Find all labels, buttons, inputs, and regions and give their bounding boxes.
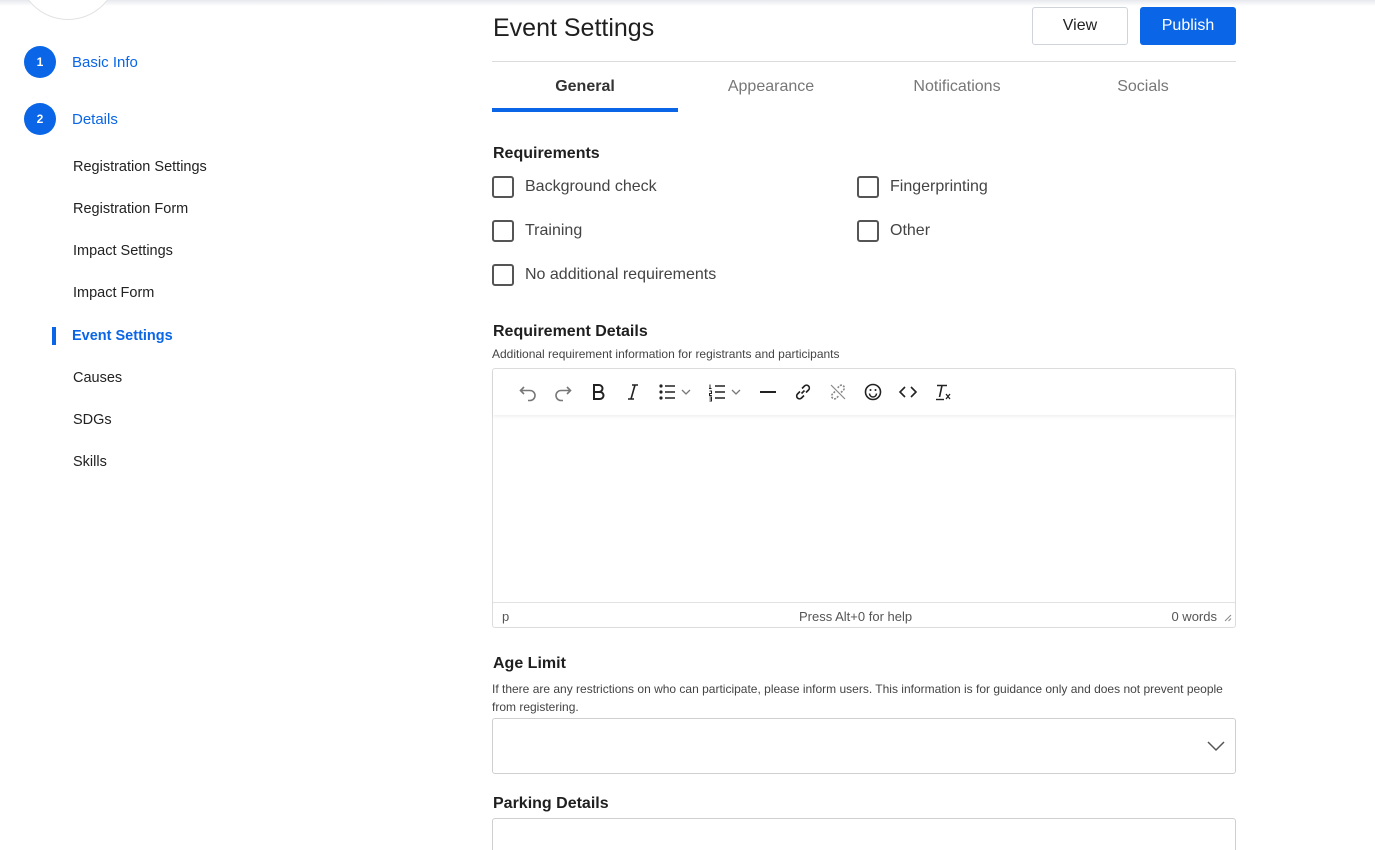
sidebar-item-registration-settings[interactable]: Registration Settings bbox=[73, 159, 207, 175]
age-limit-select[interactable] bbox=[492, 718, 1236, 774]
numbered-list-icon[interactable] bbox=[700, 377, 750, 407]
checkbox-other[interactable]: Other bbox=[857, 220, 930, 242]
sidebar-item-registration-form[interactable]: Registration Form bbox=[73, 201, 188, 217]
event-logo[interactable] bbox=[18, 0, 118, 20]
requirements-label: Requirements bbox=[493, 145, 600, 162]
age-limit-label: Age Limit bbox=[493, 655, 566, 672]
sidebar: 1 Basic Info 2 Details Registration Sett… bbox=[0, 0, 300, 850]
checkbox-no-additional-requirements[interactable]: No additional requirements bbox=[492, 264, 716, 286]
sidebar-item-impact-settings[interactable]: Impact Settings bbox=[73, 243, 173, 259]
active-indicator bbox=[52, 327, 56, 345]
sidebar-item-causes[interactable]: Causes bbox=[73, 370, 122, 386]
checkbox-label: Training bbox=[525, 222, 583, 239]
checkbox-label: Other bbox=[890, 222, 931, 239]
step-number: 2 bbox=[24, 103, 56, 135]
checkbox-box[interactable] bbox=[492, 176, 514, 198]
code-icon[interactable] bbox=[890, 377, 925, 407]
checkbox-training[interactable]: Training bbox=[492, 220, 582, 242]
checkbox-box[interactable] bbox=[857, 176, 879, 198]
requirement-details-label: Requirement Details bbox=[493, 323, 648, 340]
sidebar-item-event-settings[interactable]: Event Settings bbox=[72, 328, 173, 344]
step-number: 1 bbox=[24, 46, 56, 78]
age-limit-helper: If there are any restrictions on who can… bbox=[492, 682, 1223, 714]
word-count[interactable]: 0 words bbox=[1171, 609, 1217, 624]
checkbox-label: No additional requirements bbox=[525, 266, 717, 283]
editor-content-area[interactable] bbox=[493, 415, 1235, 602]
parking-details-input[interactable] bbox=[492, 818, 1236, 850]
view-button[interactable]: View bbox=[1032, 7, 1128, 45]
editor-toolbar bbox=[493, 369, 1235, 415]
redo-icon[interactable] bbox=[545, 377, 580, 407]
sidebar-item-impact-form[interactable]: Impact Form bbox=[73, 285, 154, 301]
element-path[interactable]: p bbox=[502, 609, 509, 624]
editor-statusbar: p Press Alt+0 for help 0 words bbox=[493, 602, 1235, 627]
link-icon[interactable] bbox=[785, 377, 820, 407]
page-title: Event Settings bbox=[493, 14, 655, 42]
italic-icon[interactable] bbox=[615, 377, 650, 407]
checkbox-label: Fingerprinting bbox=[890, 178, 988, 195]
rich-text-editor: p Press Alt+0 for help 0 words bbox=[492, 368, 1236, 628]
bold-icon[interactable] bbox=[580, 377, 615, 407]
checkbox-box[interactable] bbox=[492, 264, 514, 286]
requirement-details-helper: Additional requirement information for r… bbox=[492, 347, 840, 361]
tab-general[interactable]: General bbox=[492, 62, 678, 112]
step-label: Basic Info bbox=[72, 53, 138, 71]
tab-appearance[interactable]: Appearance bbox=[678, 62, 864, 112]
parking-details-label: Parking Details bbox=[493, 795, 609, 812]
unlink-icon[interactable] bbox=[820, 377, 855, 407]
checkbox-background-check[interactable]: Background check bbox=[492, 176, 657, 198]
sidebar-item-sdgs[interactable]: SDGs bbox=[73, 412, 112, 428]
clear-format-icon[interactable] bbox=[925, 377, 960, 407]
tab-notifications[interactable]: Notifications bbox=[864, 62, 1050, 112]
undo-icon[interactable] bbox=[510, 377, 545, 407]
step-label: Details bbox=[72, 110, 118, 128]
tab-bar: General Appearance Notifications Socials bbox=[492, 62, 1236, 112]
chevron-down-icon bbox=[1207, 741, 1225, 752]
emoji-icon[interactable] bbox=[855, 377, 890, 407]
help-hint: Press Alt+0 for help bbox=[799, 609, 913, 624]
tab-socials[interactable]: Socials bbox=[1050, 62, 1236, 112]
checkbox-label: Background check bbox=[525, 178, 657, 195]
bullet-list-icon[interactable] bbox=[650, 377, 700, 407]
step-basic-info[interactable]: 1 Basic Info bbox=[24, 46, 138, 78]
sidebar-item-skills[interactable]: Skills bbox=[73, 454, 107, 470]
checkbox-fingerprinting[interactable]: Fingerprinting bbox=[857, 176, 988, 198]
horizontal-rule-icon[interactable] bbox=[750, 377, 785, 407]
checkbox-box[interactable] bbox=[857, 220, 879, 242]
publish-button[interactable]: Publish bbox=[1140, 7, 1236, 45]
checkbox-box[interactable] bbox=[492, 220, 514, 242]
resize-handle-icon[interactable] bbox=[1223, 613, 1232, 622]
step-details[interactable]: 2 Details bbox=[24, 103, 118, 135]
